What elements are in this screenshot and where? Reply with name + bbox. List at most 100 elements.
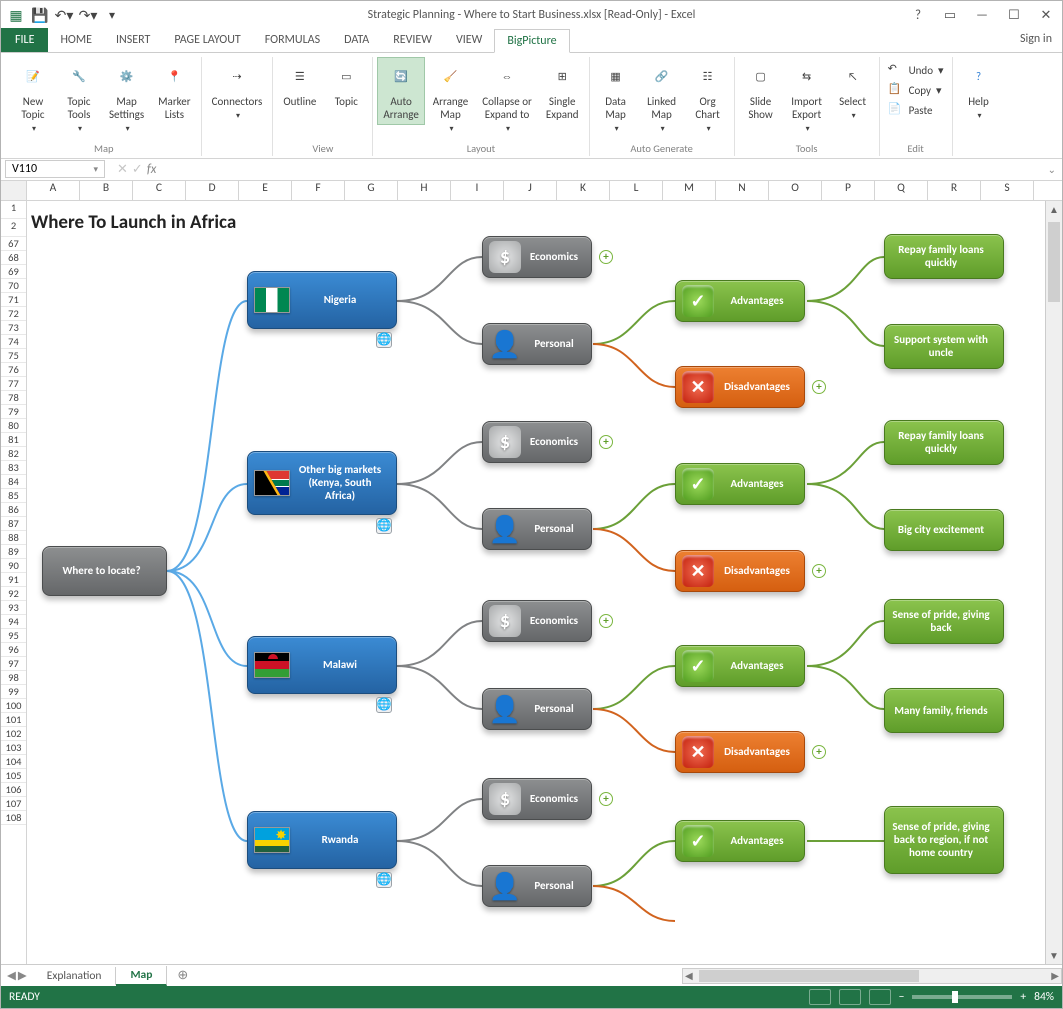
row-header[interactable]: 69: [1, 265, 26, 279]
row-header[interactable]: 98: [1, 671, 26, 685]
row-header[interactable]: 67: [1, 237, 26, 251]
add-sheet-icon[interactable]: ⊕: [167, 968, 198, 983]
maximize-icon[interactable]: ☐: [1002, 5, 1026, 25]
topic-tools-button[interactable]: 🔧Topic Tools: [57, 57, 101, 139]
node-advantages[interactable]: ✓Advantages: [675, 820, 805, 862]
expand-icon[interactable]: +: [599, 435, 613, 449]
view-normal-icon[interactable]: [809, 989, 831, 1005]
row-header[interactable]: 77: [1, 377, 26, 391]
horizontal-scrollbar[interactable]: ◀ ▶: [682, 968, 1062, 984]
node-malawi[interactable]: Malawi 🌐: [247, 636, 397, 694]
sheet-nav-prev-icon[interactable]: ◀: [7, 968, 16, 983]
column-header[interactable]: C: [133, 181, 186, 200]
help-icon[interactable]: ?: [906, 5, 930, 25]
node-rwanda[interactable]: Rwanda 🌐: [247, 811, 397, 869]
sheet-tab-map[interactable]: Map: [116, 966, 167, 986]
node-leaf[interactable]: Sense of pride, giving back to region, i…: [884, 806, 1004, 874]
row-header[interactable]: 82: [1, 447, 26, 461]
column-header[interactable]: S: [981, 181, 1034, 200]
paste-button[interactable]: 📄Paste: [884, 101, 948, 119]
expand-icon[interactable]: +: [812, 745, 826, 759]
topic-button[interactable]: ▭Topic: [324, 57, 368, 112]
slide-show-button[interactable]: ▢Slide Show: [739, 57, 783, 125]
connectors-button[interactable]: ⇢Connectors: [206, 57, 269, 126]
org-chart-button[interactable]: ☷Org Chart: [686, 57, 730, 139]
column-header[interactable]: B: [80, 181, 133, 200]
column-header[interactable]: G: [345, 181, 398, 200]
row-header[interactable]: 106: [1, 783, 26, 797]
zoom-slider[interactable]: [912, 995, 1012, 999]
node-leaf[interactable]: Repay family loans quickly: [884, 420, 1004, 465]
link-badge-icon[interactable]: 🌐: [376, 872, 392, 888]
select-button[interactable]: ↖Select: [831, 57, 875, 126]
tab-review[interactable]: REVIEW: [381, 28, 444, 52]
row-header[interactable]: 2: [1, 219, 26, 237]
column-header[interactable]: I: [451, 181, 504, 200]
scroll-thumb[interactable]: [1048, 222, 1060, 302]
column-header[interactable]: K: [557, 181, 610, 200]
column-header[interactable]: P: [822, 181, 875, 200]
node-economics[interactable]: $Economics: [482, 600, 592, 642]
node-leaf[interactable]: Sense of pride, giving back: [884, 599, 1004, 644]
link-badge-icon[interactable]: 🌐: [376, 518, 392, 534]
tab-view[interactable]: VIEW: [444, 28, 494, 52]
map-settings-button[interactable]: ⚙️Map Settings: [103, 57, 150, 139]
expand-icon[interactable]: +: [599, 614, 613, 628]
row-header[interactable]: 107: [1, 797, 26, 811]
data-map-button[interactable]: ▦Data Map: [594, 57, 638, 139]
link-badge-icon[interactable]: 🌐: [376, 332, 392, 348]
sheet-nav-next-icon[interactable]: ▶: [18, 968, 27, 983]
row-header[interactable]: 101: [1, 713, 26, 727]
column-header[interactable]: L: [610, 181, 663, 200]
view-page-layout-icon[interactable]: [839, 989, 861, 1005]
node-leaf[interactable]: Repay family loans quickly: [884, 234, 1004, 279]
node-economics[interactable]: $Economics: [482, 421, 592, 463]
link-badge-icon[interactable]: 🌐: [376, 697, 392, 713]
node-personal[interactable]: 👤Personal: [482, 508, 592, 550]
row-header[interactable]: 95: [1, 629, 26, 643]
close-icon[interactable]: ✕: [1034, 5, 1058, 25]
tab-file[interactable]: FILE: [1, 28, 48, 52]
expand-icon[interactable]: +: [812, 564, 826, 578]
row-header[interactable]: 86: [1, 503, 26, 517]
row-header[interactable]: 94: [1, 615, 26, 629]
scroll-down-icon[interactable]: ▼: [1049, 947, 1059, 964]
node-other-markets[interactable]: Other big markets (Kenya, South Africa) …: [247, 451, 397, 515]
tab-data[interactable]: DATA: [332, 28, 381, 52]
row-header[interactable]: 71: [1, 293, 26, 307]
copy-button[interactable]: 📋Copy ▾: [884, 81, 948, 99]
linked-map-button[interactable]: 🔗Linked Map: [640, 57, 684, 139]
node-root[interactable]: Where to locate?: [42, 546, 167, 596]
column-header[interactable]: E: [239, 181, 292, 200]
row-header[interactable]: 83: [1, 461, 26, 475]
node-leaf[interactable]: Big city excitement: [884, 509, 1004, 551]
row-header[interactable]: 68: [1, 251, 26, 265]
ribbon-options-icon[interactable]: ▭: [938, 5, 962, 25]
node-personal[interactable]: 👤Personal: [482, 323, 592, 365]
sign-in-link[interactable]: Sign in: [1020, 32, 1052, 46]
new-topic-button[interactable]: 📝New Topic: [11, 57, 55, 139]
marker-lists-button[interactable]: 📍Marker Lists: [152, 57, 196, 125]
node-economics[interactable]: $Economics: [482, 778, 592, 820]
outline-button[interactable]: ☰Outline: [277, 57, 322, 112]
row-header[interactable]: 96: [1, 643, 26, 657]
sheet-tab-explanation[interactable]: Explanation: [33, 967, 117, 985]
row-header[interactable]: 88: [1, 531, 26, 545]
row-header[interactable]: 74: [1, 335, 26, 349]
auto-arrange-button[interactable]: 🔄Auto Arrange: [377, 57, 424, 125]
fx-icon[interactable]: fx: [147, 162, 157, 177]
redo-icon[interactable]: ↷▾: [77, 4, 99, 26]
zoom-out-icon[interactable]: −: [899, 990, 905, 1004]
column-header[interactable]: H: [398, 181, 451, 200]
row-header[interactable]: 108: [1, 811, 26, 825]
node-advantages[interactable]: ✓Advantages: [675, 645, 805, 687]
row-header[interactable]: 100: [1, 699, 26, 713]
row-header[interactable]: 87: [1, 517, 26, 531]
row-header[interactable]: 1: [1, 201, 26, 219]
row-header[interactable]: 90: [1, 559, 26, 573]
expand-icon[interactable]: +: [599, 792, 613, 806]
import-export-button[interactable]: ⇆Import Export: [785, 57, 829, 139]
cancel-formula-icon[interactable]: ✕: [117, 162, 128, 177]
help-button[interactable]: ?Help: [957, 57, 1001, 126]
scroll-up-icon[interactable]: ▲: [1049, 201, 1059, 218]
